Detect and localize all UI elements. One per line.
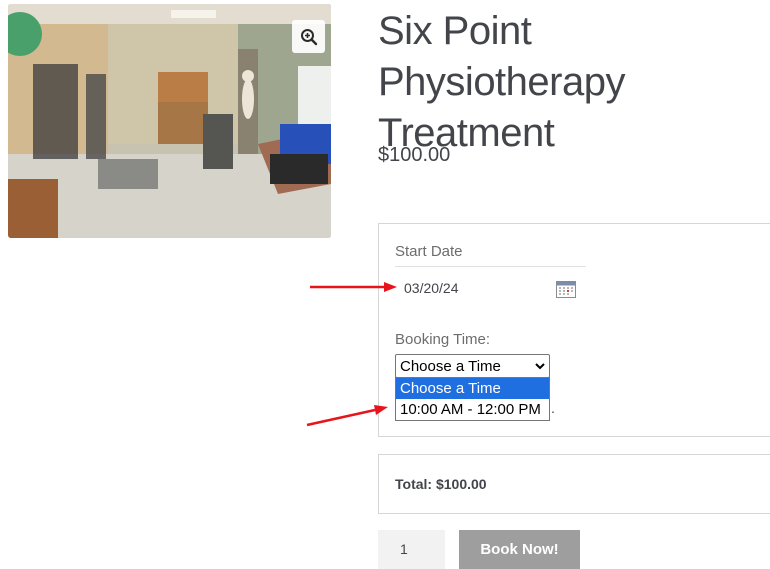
total-price: Total: $100.00 <box>395 476 487 492</box>
time-options-list: Choose a Time 10:00 AM - 12:00 PM <box>395 377 550 421</box>
booking-time-label: Booking Time: <box>395 331 491 348</box>
time-option[interactable]: Choose a Time <box>396 378 549 399</box>
product-price: $100.00 <box>378 144 451 166</box>
divider <box>395 266 586 267</box>
clinic-photo <box>8 4 331 238</box>
product-image <box>8 4 331 238</box>
quantity-input[interactable]: 1 <box>378 530 445 569</box>
book-now-button[interactable]: Book Now! <box>459 530 580 569</box>
trailing-text: . <box>551 400 555 416</box>
time-option[interactable]: 10:00 AM - 12:00 PM <box>396 399 549 420</box>
start-date-label: Start Date <box>395 243 463 260</box>
start-date-input[interactable]: 03/20/24 <box>404 280 459 296</box>
product-title: Six Point Physiotherapy Treatment <box>378 9 625 155</box>
chevron-down-icon <box>535 362 545 369</box>
zoom-button[interactable] <box>292 20 325 53</box>
annotation-arrow <box>306 405 388 427</box>
zoom-in-icon <box>300 28 317 45</box>
selected-time: Choose a Time <box>400 357 501 375</box>
calendar-icon[interactable] <box>556 279 576 303</box>
booking-time-select[interactable]: Choose a Time <box>395 354 550 378</box>
